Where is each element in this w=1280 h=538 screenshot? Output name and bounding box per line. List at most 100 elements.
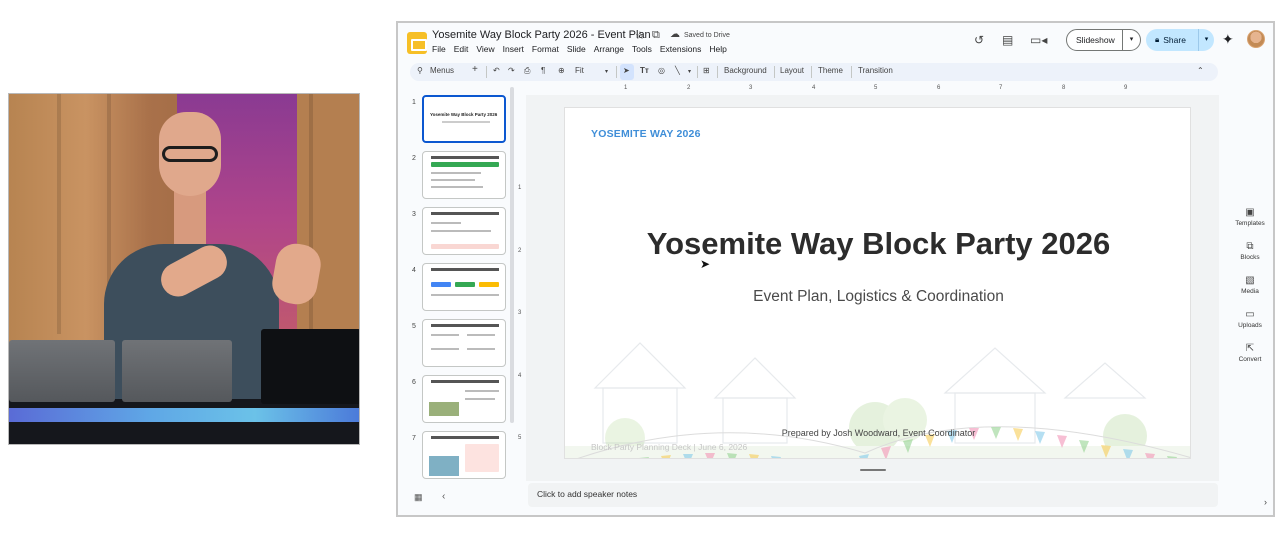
ruler-tick: 5 (518, 435, 522, 441)
thumbnail-line (465, 398, 495, 400)
print-icon[interactable]: ⎙ (524, 66, 530, 76)
collapse-toolbar-chevron-icon[interactable]: ⌃ (1197, 66, 1204, 75)
thumbnail-image (429, 402, 459, 416)
convert-icon: ⇱ (1245, 343, 1255, 354)
layout-button[interactable]: Layout (780, 66, 804, 75)
menu-format[interactable]: Format (532, 44, 559, 54)
slides-logo-icon[interactable] (407, 32, 427, 54)
menu-insert[interactable]: Insert (503, 44, 524, 54)
background-button[interactable]: Background (724, 66, 767, 75)
line-icon[interactable]: ╲ (675, 66, 680, 75)
zoom-select[interactable]: Fit (575, 66, 584, 75)
menu-view[interactable]: View (476, 44, 494, 54)
video-call-icon[interactable]: ▭◂ (1030, 33, 1047, 47)
redo-icon[interactable]: ↷ (508, 66, 515, 75)
thumbnail-header (431, 380, 499, 383)
side-convert[interactable]: ⇱ Convert (1230, 343, 1270, 363)
transition-button[interactable]: Transition (858, 66, 893, 75)
cloud-saved-icon[interactable]: ☁ (670, 29, 680, 40)
slide-thumbnail-1[interactable]: Yosemite Way Block Party 2026 (422, 95, 506, 143)
slide-prepared-by[interactable]: Prepared by Josh Woodward, Event Coordin… (565, 428, 1190, 438)
search-icon[interactable]: ⚲ (417, 66, 423, 75)
ruler-tick: 4 (812, 85, 816, 91)
toolbar-divider (774, 66, 775, 78)
side-templates-label: Templates (1235, 220, 1265, 227)
slide-subtitle[interactable]: Event Plan, Logistics & Coordination (565, 288, 1190, 306)
media-icon: ▧ (1245, 275, 1255, 286)
thumbnail-line (431, 348, 459, 350)
slide-thumbnail-4[interactable] (422, 263, 506, 311)
menu-edit[interactable]: Edit (454, 44, 469, 54)
slide-footer[interactable]: Block Party Planning Deck | June 6, 2026 (591, 442, 747, 452)
side-media[interactable]: ▧ Media (1230, 275, 1270, 295)
filmstrip-scrollbar[interactable] (510, 87, 514, 423)
theme-button[interactable]: Theme (818, 66, 843, 75)
avatar[interactable] (1247, 30, 1265, 48)
text-box-icon[interactable]: Tт (640, 66, 649, 75)
menu-slide[interactable]: Slide (567, 44, 586, 54)
side-uploads[interactable]: ▭ Uploads (1230, 309, 1270, 329)
slide-thumbnail-2[interactable] (422, 151, 506, 199)
laptop-dark (261, 329, 359, 404)
share-options-chevron-icon[interactable]: ▾ (1198, 29, 1214, 51)
presenter-glasses (162, 146, 218, 162)
menu-file[interactable]: File (432, 44, 446, 54)
side-panel-collapse-chevron-icon[interactable]: › (1264, 497, 1267, 507)
slideshow-button[interactable]: Slideshow ▾ (1066, 29, 1141, 51)
move-folder-icon[interactable]: ⧉ (652, 29, 660, 42)
grid-view-icon[interactable]: ▦ (414, 492, 423, 503)
undo-icon[interactable]: ↶ (493, 66, 500, 75)
notes-resize-handle[interactable] (860, 469, 886, 471)
menu-extensions[interactable]: Extensions (660, 44, 702, 54)
side-blocks-label: Blocks (1240, 254, 1260, 261)
star-icon[interactable]: ☆ (635, 29, 645, 42)
thumbnail-line (431, 172, 481, 174)
slide-thumbnail-5[interactable] (422, 319, 506, 367)
templates-icon: ▣ (1245, 207, 1255, 218)
paint-format-icon[interactable]: ¶ (541, 66, 545, 75)
slide-thumbnail-6[interactable] (422, 375, 506, 423)
menu-arrange[interactable]: Arrange (594, 44, 624, 54)
zoom-chevron-icon[interactable]: ▾ (605, 68, 608, 75)
desk (9, 399, 359, 444)
share-button[interactable]: 🔒︎ Share ▾ (1146, 29, 1214, 51)
toolbar-divider (616, 66, 617, 78)
comments-icon[interactable]: ▤ (1002, 33, 1013, 47)
side-templates[interactable]: ▣ Templates (1230, 207, 1270, 227)
slide-thumbnail-3[interactable] (422, 207, 506, 255)
thumbnail-banner (431, 162, 499, 167)
toolbar-divider (851, 66, 852, 78)
select-pointer-icon[interactable]: ➤ (623, 66, 630, 75)
thumbnail-line (431, 179, 475, 181)
menu-help[interactable]: Help (709, 44, 726, 54)
thumbnail-subtitle-line (442, 121, 490, 123)
zoom-icon[interactable]: ⊕ (558, 66, 565, 75)
toolbar-divider (486, 66, 487, 78)
line-chevron-icon[interactable]: ▾ (688, 68, 691, 75)
thumbnail-line (431, 294, 499, 296)
menu-tools[interactable]: Tools (632, 44, 652, 54)
backdrop-plank (57, 94, 61, 334)
menus-search[interactable]: Menus (430, 66, 454, 75)
thumbnail-header (431, 436, 499, 439)
ruler-tick: 6 (937, 85, 941, 91)
collapse-filmstrip-chevron-icon[interactable]: ‹ (442, 491, 445, 502)
slide-title[interactable]: Yosemite Way Block Party 2026 (565, 226, 1190, 262)
side-blocks[interactable]: ⧉ Blocks (1230, 241, 1270, 261)
new-slide-icon[interactable]: + (472, 64, 478, 75)
menu-bar: File Edit View Insert Format Slide Arran… (432, 44, 727, 54)
mouse-cursor-icon: ➤ (700, 257, 711, 271)
slide-kicker[interactable]: YOSEMITE WAY 2026 (591, 128, 701, 140)
thumbnail-line (465, 390, 499, 392)
current-slide[interactable]: YOSEMITE WAY 2026 Yosemite Way Block Par… (564, 107, 1191, 459)
thumbnail-header (431, 156, 499, 159)
slideshow-options-chevron-icon[interactable]: ▾ (1122, 30, 1140, 50)
version-history-icon[interactable]: ↺ (974, 33, 984, 47)
slide-number: 2 (412, 155, 416, 162)
gemini-icon[interactable]: ✦ (1222, 31, 1234, 48)
speaker-notes[interactable]: Click to add speaker notes (528, 483, 1218, 507)
document-title[interactable]: Yosemite Way Block Party 2026 - Event Pl… (432, 29, 651, 41)
shape-icon[interactable]: ◎ (658, 66, 665, 75)
add-comment-icon[interactable]: ⊞ (703, 66, 710, 75)
slide-thumbnail-7[interactable] (422, 431, 506, 479)
